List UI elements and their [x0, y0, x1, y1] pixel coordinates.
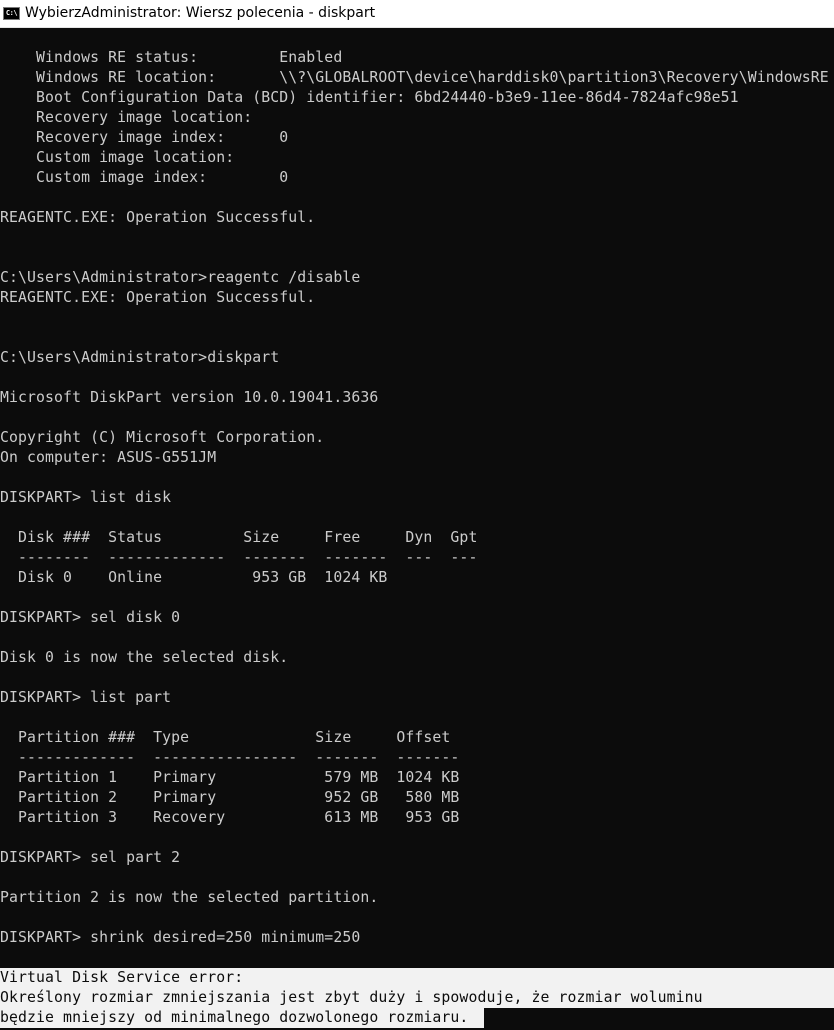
console-line: Microsoft DiskPart version 10.0.19041.36…: [0, 389, 379, 406]
selected-error-output[interactable]: Virtual Disk Service error: Określony roz…: [0, 968, 834, 1028]
selected-console-line: Virtual Disk Service error:: [0, 968, 834, 988]
command-prompt-window: C:\ WybierzAdministrator: Wiersz polecen…: [0, 0, 834, 1030]
console-line: Copyright (C) Microsoft Corporation.: [0, 429, 325, 446]
console-line: Custom image index: 0: [0, 169, 289, 186]
title-bar[interactable]: C:\ WybierzAdministrator: Wiersz polecen…: [0, 0, 834, 28]
selected-console-line: będzie mniejszy od minimalnego dozwolone…: [0, 1008, 484, 1028]
console-line: Windows RE status: Enabled: [0, 49, 343, 66]
console-line: REAGENTC.EXE: Operation Successful.: [0, 289, 316, 306]
console-line: REAGENTC.EXE: Operation Successful.: [0, 209, 316, 226]
console-line: Partition 2 Primary 952 GB 580 MB: [0, 789, 460, 806]
console-line: Partition ### Type Size Offset: [0, 729, 451, 746]
console-line: Boot Configuration Data (BCD) identifier…: [0, 89, 739, 106]
console-output[interactable]: Windows RE status: Enabled Windows RE lo…: [0, 48, 834, 968]
console-line: Recovery image location:: [0, 109, 253, 126]
console-line: Recovery image index: 0: [0, 129, 289, 146]
console-line: DISKPART> sel part 2: [0, 849, 181, 866]
console-line: Windows RE location: \\?\GLOBALROOT\devi…: [0, 69, 829, 86]
console-line: DISKPART> list disk: [0, 489, 172, 506]
console-line: Disk 0 is now the selected disk.: [0, 649, 289, 666]
console-line: C:\Users\Administrator>reagentc /disable: [0, 269, 361, 286]
console-line: Disk 0 Online 953 GB 1024 KB: [0, 569, 388, 586]
console-line: Custom image location:: [0, 149, 235, 166]
console-line: DISKPART> shrink desired=250 minimum=250: [0, 929, 361, 946]
console-line: -------- ------------- ------- ------- -…: [0, 549, 478, 566]
console-line: Partition 2 is now the selected partitio…: [0, 889, 379, 906]
console-line: Partition 1 Primary 579 MB 1024 KB: [0, 769, 460, 786]
console-line: DISKPART> list part: [0, 689, 172, 706]
console-line: C:\Users\Administrator>diskpart: [0, 349, 280, 366]
console-line: Disk ### Status Size Free Dyn Gpt: [0, 529, 478, 546]
selected-console-line: Określony rozmiar zmniejszania jest zbyt…: [0, 988, 834, 1008]
window-title: WybierzAdministrator: Wiersz polecenia -…: [25, 5, 376, 21]
console-line: ------------- ---------------- ------- -…: [0, 749, 460, 766]
command-prompt-icon: C:\: [3, 7, 20, 20]
console-line: DISKPART> sel disk 0: [0, 609, 181, 626]
console-line: On computer: ASUS-G551JM: [0, 449, 217, 466]
console-line: Partition 3 Recovery 613 MB 953 GB: [0, 809, 460, 826]
